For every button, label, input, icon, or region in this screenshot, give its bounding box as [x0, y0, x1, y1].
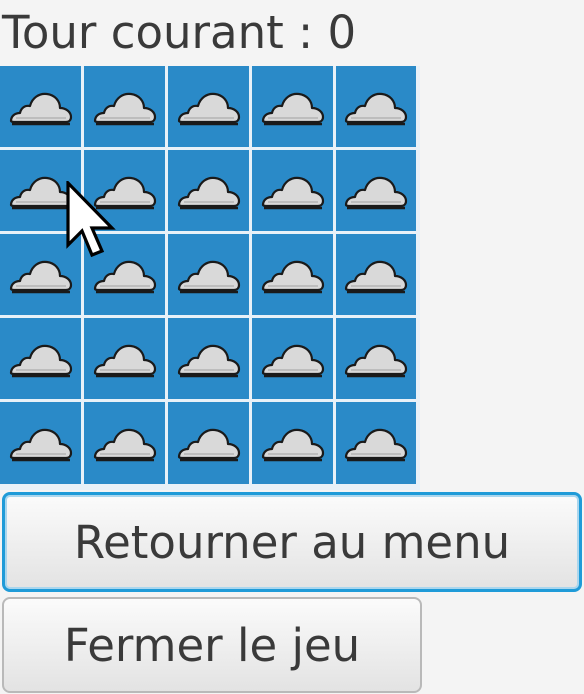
cloud-icon: [91, 171, 159, 211]
cloud-icon: [175, 171, 243, 211]
grid-cell[interactable]: [252, 234, 333, 315]
grid-cell[interactable]: [336, 66, 416, 147]
grid-cell[interactable]: [0, 318, 81, 399]
cloud-icon: [342, 339, 410, 379]
cloud-icon: [259, 87, 327, 127]
grid-cell[interactable]: [84, 234, 165, 315]
grid-cell[interactable]: [0, 150, 81, 231]
cloud-icon: [7, 255, 75, 295]
grid-cell[interactable]: [336, 150, 416, 231]
turn-counter-label: Tour courant : 0: [2, 6, 357, 59]
grid-cell[interactable]: [0, 234, 81, 315]
cloud-icon: [342, 87, 410, 127]
grid-cell[interactable]: [0, 66, 81, 147]
grid-cell[interactable]: [252, 150, 333, 231]
cloud-icon: [7, 339, 75, 379]
cloud-icon: [259, 171, 327, 211]
cloud-icon: [259, 255, 327, 295]
return-to-menu-button[interactable]: Retourner au menu: [2, 492, 582, 592]
cloud-icon: [91, 339, 159, 379]
close-game-button[interactable]: Fermer le jeu: [2, 597, 422, 693]
game-grid: [0, 66, 420, 490]
cloud-icon: [259, 423, 327, 463]
cloud-icon: [342, 423, 410, 463]
grid-cell[interactable]: [84, 150, 165, 231]
cloud-icon: [342, 255, 410, 295]
cloud-icon: [91, 255, 159, 295]
cloud-icon: [7, 87, 75, 127]
grid-cell[interactable]: [168, 402, 249, 484]
grid-cell[interactable]: [168, 318, 249, 399]
cloud-icon: [7, 171, 75, 211]
cloud-icon: [259, 339, 327, 379]
cloud-icon: [175, 339, 243, 379]
grid-cell[interactable]: [336, 234, 416, 315]
game-window: Tour courant : 0 Retourner au menu Ferme…: [0, 0, 584, 694]
grid-cell[interactable]: [336, 402, 416, 484]
cloud-icon: [91, 87, 159, 127]
grid-cell[interactable]: [84, 402, 165, 484]
grid-cell[interactable]: [84, 318, 165, 399]
grid-cell[interactable]: [84, 66, 165, 147]
cloud-icon: [91, 423, 159, 463]
grid-cell[interactable]: [0, 402, 81, 484]
grid-cell[interactable]: [168, 150, 249, 231]
cloud-icon: [175, 255, 243, 295]
grid-cell[interactable]: [252, 402, 333, 484]
grid-cell[interactable]: [168, 234, 249, 315]
cloud-icon: [175, 87, 243, 127]
cloud-icon: [7, 423, 75, 463]
grid-cell[interactable]: [252, 66, 333, 147]
grid-cell[interactable]: [336, 318, 416, 399]
grid-cell[interactable]: [252, 318, 333, 399]
cloud-icon: [175, 423, 243, 463]
cloud-icon: [342, 171, 410, 211]
grid-cell[interactable]: [168, 66, 249, 147]
